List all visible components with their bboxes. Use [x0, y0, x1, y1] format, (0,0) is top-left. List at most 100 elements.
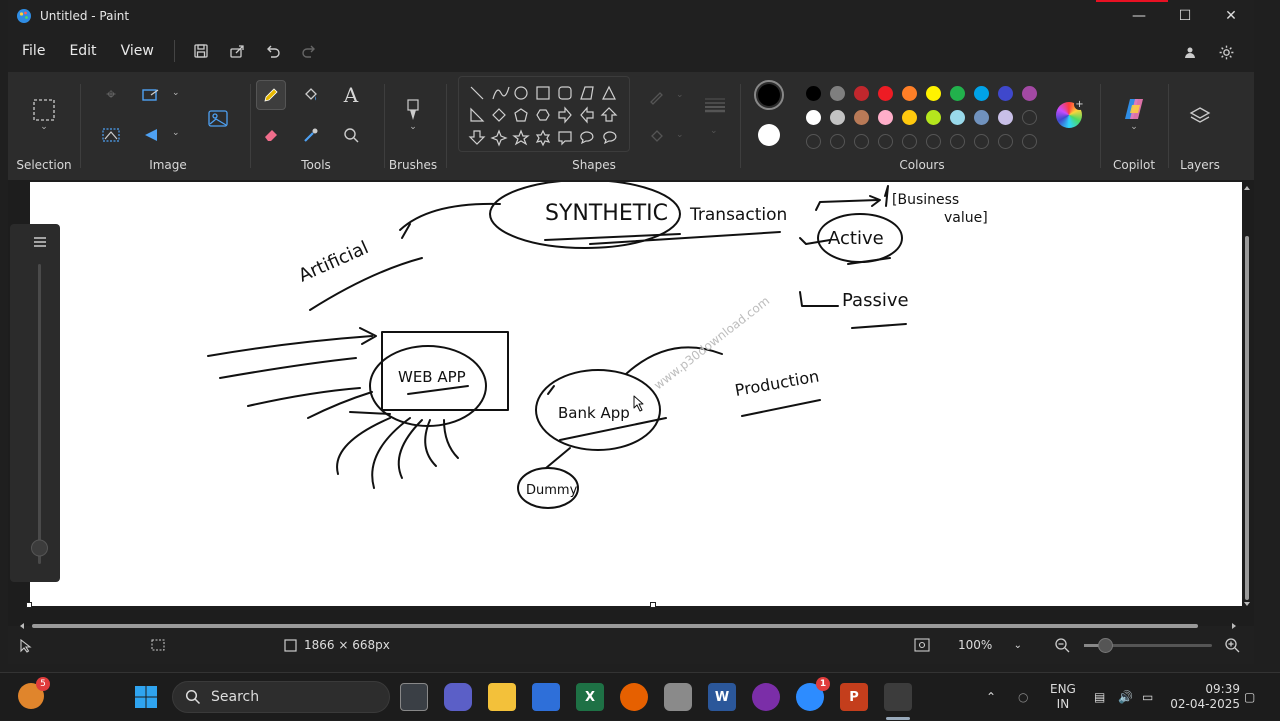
- palette-swatch[interactable]: [974, 110, 989, 125]
- word-icon[interactable]: W: [708, 683, 736, 711]
- diamond-shape-icon[interactable]: [492, 108, 506, 122]
- right-arrow-shape-icon[interactable]: [558, 106, 572, 124]
- paint-taskbar-icon[interactable]: [884, 683, 912, 711]
- minimize-button[interactable]: —: [1116, 0, 1162, 32]
- vertical-scroll-thumb[interactable]: [1245, 236, 1249, 600]
- palette-swatch[interactable]: [998, 86, 1013, 101]
- cloud-callout-shape-icon[interactable]: [603, 131, 617, 145]
- brush-button[interactable]: ⌄: [398, 90, 428, 140]
- zoom-dropdown[interactable]: 100% ⌄: [948, 632, 1032, 658]
- fill-chevron-icon[interactable]: ⌄: [676, 130, 684, 140]
- crop-icon[interactable]: ⌖: [96, 80, 126, 110]
- six-point-star-shape-icon[interactable]: [535, 129, 551, 147]
- custom-color-slot[interactable]: [998, 134, 1013, 149]
- menu-view[interactable]: View: [109, 43, 166, 59]
- weather-widget-icon[interactable]: 5: [18, 677, 50, 709]
- custom-color-slot[interactable]: [926, 134, 941, 149]
- pentagon-shape-icon[interactable]: [514, 108, 528, 122]
- slider-thumb[interactable]: [31, 539, 48, 557]
- stroke-chevron-icon[interactable]: ⌄: [710, 126, 718, 136]
- palette-swatch[interactable]: [830, 110, 845, 125]
- show-hidden-icons[interactable]: ⌃: [986, 673, 996, 721]
- language-indicator[interactable]: ENG IN: [1050, 673, 1076, 721]
- oval-callout-shape-icon[interactable]: [580, 131, 594, 145]
- edit-colors-icon[interactable]: +: [1056, 99, 1085, 128]
- palette-swatch[interactable]: [806, 110, 821, 125]
- color-picker-icon[interactable]: [296, 120, 326, 150]
- zoom-in-icon[interactable]: [1224, 637, 1240, 653]
- custom-color-slot[interactable]: [806, 134, 821, 149]
- rounded-rectangle-shape-icon[interactable]: [558, 86, 572, 100]
- palette-swatch[interactable]: [806, 86, 821, 101]
- palette-swatch[interactable]: [902, 86, 917, 101]
- account-icon[interactable]: [1172, 36, 1208, 68]
- zoom-out-icon[interactable]: [1054, 637, 1070, 653]
- zoom-slider-track[interactable]: [1084, 638, 1212, 653]
- zoom-app-icon[interactable]: 1: [796, 677, 830, 711]
- share-icon[interactable]: [219, 35, 255, 67]
- taskbar-search[interactable]: Search: [172, 681, 390, 713]
- custom-color-slot[interactable]: [950, 134, 965, 149]
- file-explorer-icon[interactable]: [488, 683, 516, 711]
- palette-swatch[interactable]: [926, 110, 941, 125]
- image-creator-icon[interactable]: [200, 100, 236, 136]
- line-shape-icon[interactable]: [470, 86, 484, 100]
- microphone-icon[interactable]: ○: [1018, 673, 1028, 721]
- outline-chevron-icon[interactable]: ⌄: [676, 90, 684, 100]
- palette-swatch[interactable]: [998, 110, 1013, 125]
- canvas-resize-handle-left[interactable]: [26, 602, 32, 608]
- five-point-star-shape-icon[interactable]: [512, 129, 530, 146]
- drawing-canvas[interactable]: SYNTHETIC Transaction [Business value] A…: [26, 179, 1242, 608]
- oval-shape-icon[interactable]: [514, 86, 528, 100]
- shape-outline-icon[interactable]: [642, 82, 672, 112]
- four-point-star-shape-icon[interactable]: [490, 129, 508, 147]
- custom-color-slot[interactable]: [878, 134, 893, 149]
- custom-color-slot[interactable]: [974, 134, 989, 149]
- up-arrow-shape-icon[interactable]: [600, 107, 618, 122]
- notification-icon[interactable]: ▢: [1244, 673, 1255, 721]
- menu-file[interactable]: File: [10, 43, 57, 59]
- network-icon[interactable]: ▤: [1094, 673, 1105, 721]
- zoom-slider-thumb[interactable]: [1098, 638, 1113, 653]
- incognito-browser-icon[interactable]: [752, 683, 780, 711]
- custom-color-slot[interactable]: [1022, 134, 1037, 149]
- undo-icon[interactable]: [255, 35, 291, 67]
- resize-icon[interactable]: [136, 80, 166, 110]
- settings-gear-icon[interactable]: [1208, 36, 1244, 68]
- shape-fill-icon[interactable]: [642, 122, 672, 152]
- palette-swatch[interactable]: [854, 86, 869, 101]
- resize-chevron-icon[interactable]: ⌄: [172, 88, 180, 98]
- copilot-button[interactable]: ⌄: [1118, 94, 1150, 134]
- pencil-tool-icon[interactable]: [256, 80, 286, 110]
- custom-color-slot[interactable]: [854, 134, 869, 149]
- database-icon[interactable]: [664, 683, 692, 711]
- scroll-up-icon[interactable]: [1244, 186, 1250, 190]
- save-icon[interactable]: [183, 35, 219, 67]
- palette-swatch[interactable]: [950, 86, 965, 101]
- close-button[interactable]: ✕: [1208, 0, 1254, 32]
- teams-meet-icon[interactable]: [444, 683, 472, 711]
- background-removal-icon[interactable]: [96, 120, 126, 150]
- text-tool-icon[interactable]: A: [336, 80, 366, 110]
- secondary-color-button[interactable]: [758, 124, 780, 146]
- hexagon-shape-icon[interactable]: [536, 109, 550, 121]
- clock[interactable]: 09:39 02-04-2025: [1168, 673, 1240, 721]
- palette-swatch[interactable]: [878, 86, 893, 101]
- firefox-icon[interactable]: [620, 683, 648, 711]
- palette-swatch[interactable]: [902, 110, 917, 125]
- custom-color-slot[interactable]: [830, 134, 845, 149]
- primary-color-button[interactable]: [754, 80, 784, 110]
- palette-swatch[interactable]: [926, 86, 941, 101]
- palette-swatch[interactable]: [1022, 86, 1037, 101]
- battery-icon[interactable]: ▭: [1142, 673, 1153, 721]
- down-arrow-shape-icon[interactable]: [468, 130, 486, 145]
- left-arrow-shape-icon[interactable]: [580, 106, 594, 124]
- volume-icon[interactable]: 🔊: [1118, 673, 1133, 721]
- maximize-button[interactable]: ☐: [1162, 0, 1208, 32]
- task-view-icon[interactable]: [400, 683, 428, 711]
- rotate-icon[interactable]: [136, 120, 166, 150]
- canvas-resize-handle-bottom[interactable]: [650, 602, 656, 608]
- right-triangle-shape-icon[interactable]: [470, 107, 485, 122]
- curve-shape-icon[interactable]: [492, 86, 510, 100]
- palette-swatch[interactable]: [974, 86, 989, 101]
